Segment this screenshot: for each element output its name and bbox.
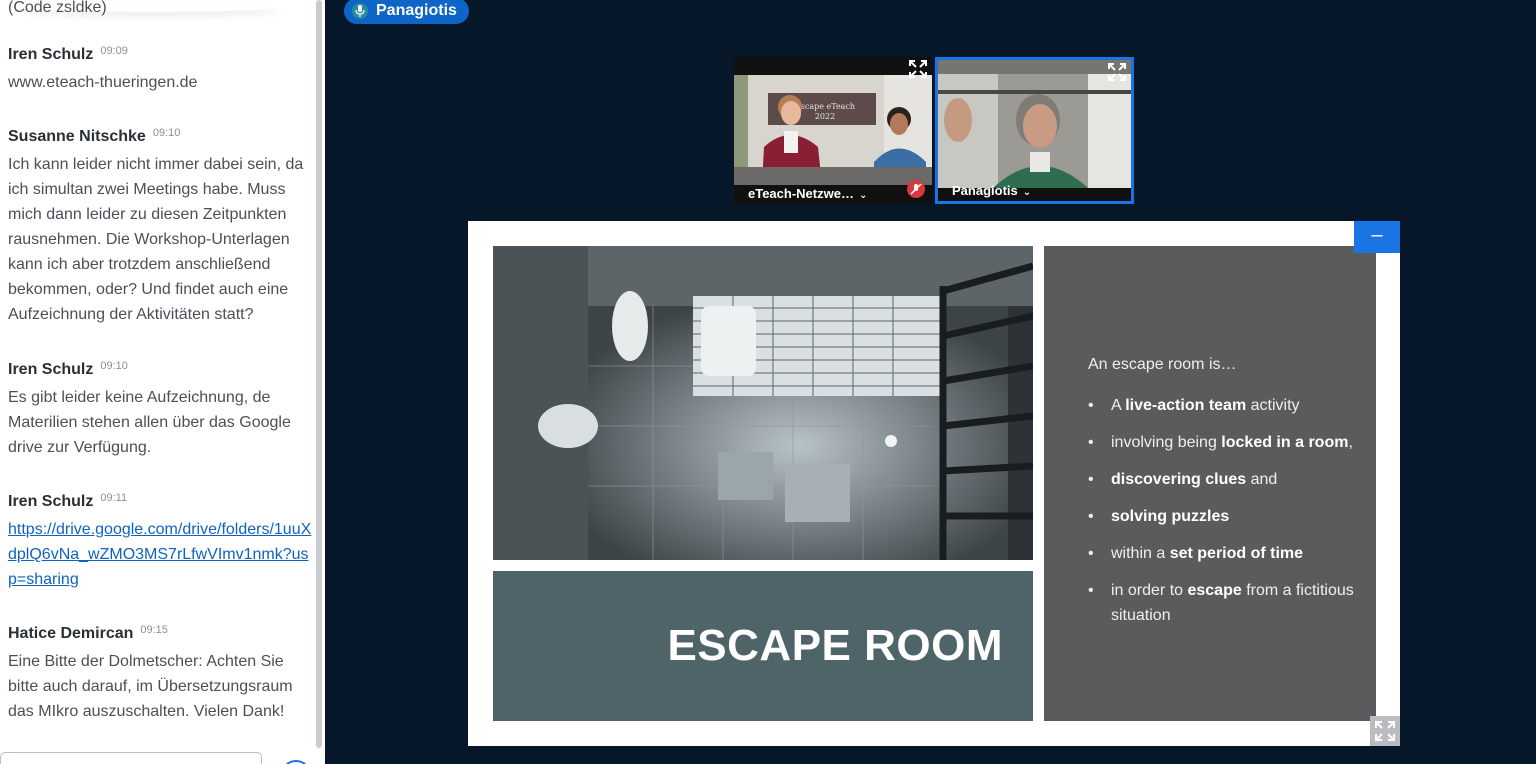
expand-video-icon[interactable] — [1107, 63, 1127, 83]
message-text: Eine Bitte der Dolmetscher: Achten Sie b… — [8, 653, 293, 720]
slide-bullet: involving being locked in a room, — [1088, 430, 1358, 455]
bullet-text: involving being — [1111, 434, 1222, 451]
bullet-text: activity — [1246, 397, 1300, 414]
chat-message: Iren Schulz 09:10 Es gibt leider keine Au… — [8, 360, 314, 460]
chevron-down-icon[interactable]: ⌄ — [859, 190, 867, 201]
participant-name: Panagiotis — [952, 183, 1018, 198]
video-feed-panagiotis — [938, 60, 1131, 201]
video-tile-panagiotis[interactable]: Panagiotis ⌄ — [935, 57, 1134, 204]
banner-line-1: Escape eTeach — [795, 102, 855, 111]
slide-intro: An escape room is… — [1088, 356, 1237, 373]
message-author: Iren Schulz — [8, 361, 94, 378]
bullet-bold-text: locked in a room — [1221, 434, 1349, 451]
message-time: 09:10 — [152, 127, 181, 139]
fullscreen-icon[interactable] — [1370, 716, 1400, 746]
bullet-text: within a — [1111, 545, 1170, 562]
message-author: Iren Schulz — [8, 46, 94, 63]
slide-bullet: within a set period of time — [1088, 541, 1358, 566]
bullet-text: A — [1111, 397, 1126, 414]
bullet-bold-text: escape — [1187, 582, 1242, 599]
message-author: Susanne Nitschke — [8, 128, 146, 145]
message-time: 09:09 — [100, 45, 128, 57]
chat-panel: (Code zsldke) Iren Schulz 09:09 www.eteac… — [0, 0, 325, 764]
message-author: Iren Schulz — [8, 493, 94, 510]
escape-room-image — [493, 246, 1033, 560]
expand-video-icon[interactable] — [908, 60, 928, 80]
minimize-presentation-button[interactable]: – — [1354, 221, 1400, 253]
slide-title-box: ESCAPE ROOM — [493, 571, 1033, 721]
bullet-bold-text: discovering clues — [1111, 471, 1247, 488]
chat-message: Iren Schulz 09:09 www.eteach-thueringen.d… — [8, 45, 314, 95]
chat-message: Hatice Demircan 09:15 Eine Bitte der Dolm… — [8, 624, 314, 724]
message-text: Es gibt leider keine Aufzeichnung, de Ma… — [8, 389, 291, 456]
presentation-stage: Panagiotis Escape eTeach 2022 eTeach-Net… — [325, 0, 1536, 764]
microphone-icon — [352, 3, 368, 19]
slide-title: ESCAPE ROOM — [667, 621, 1003, 670]
chat-scrollbar-thumb[interactable] — [316, 0, 322, 748]
slide-bullet: solving puzzles — [1088, 504, 1358, 529]
chat-previous-text: (Code zsldke) — [8, 0, 107, 16]
bullet-text: and — [1246, 471, 1278, 488]
message-time: 09:11 — [100, 492, 128, 504]
video-tile-eteach[interactable]: Escape eTeach 2022 eTeach-Netzwe… ⌄ — [734, 57, 932, 204]
chat-messages: (Code zsldke) Iren Schulz 09:09 www.eteac… — [0, 0, 314, 764]
chevron-down-icon[interactable]: ⌄ — [1023, 187, 1031, 198]
message-text: www.eteach-thueringen.de — [8, 74, 198, 91]
bullet-bold-text: live-action team — [1125, 397, 1247, 414]
bullet-bold-text: set period of time — [1169, 545, 1304, 562]
chat-message: Iren Schulz 09:11 https://drive.google.co… — [8, 492, 314, 592]
video-feed-eteach: Escape eTeach 2022 — [734, 57, 932, 204]
slide-photo — [493, 246, 1033, 560]
slide-text-box: An escape room is… A live-action team ac… — [1044, 246, 1376, 721]
message-time: 09:10 — [100, 360, 128, 372]
banner-line-2: 2022 — [815, 112, 835, 121]
message-link[interactable]: https://drive.google.com/drive/folders/1… — [8, 521, 311, 588]
bullet-text: , — [1348, 434, 1353, 451]
video-name-panagiotis: Panagiotis ⌄ — [938, 181, 1031, 201]
slide-bullet: in order to escape from a fictitious sit… — [1088, 578, 1358, 628]
slide-bullet-list: A live-action team activity involving bei… — [1088, 393, 1358, 640]
video-name-eteach: eTeach-Netzwe… ⌄ — [734, 184, 867, 204]
slide-bullet: A live-action team activity — [1088, 393, 1358, 418]
bullet-text: in order to — [1111, 582, 1188, 599]
chat-input[interactable] — [0, 752, 262, 764]
slide-bullet: discovering clues and — [1088, 467, 1358, 492]
presentation-slide: ESCAPE ROOM An escape room is… A live-ac… — [468, 221, 1400, 746]
message-time: 09:15 — [140, 624, 168, 636]
message-text: Ich kann leider nicht immer dabei sein, … — [8, 156, 304, 323]
talking-indicator: Panagiotis — [344, 0, 469, 24]
participant-name: eTeach-Netzwe… — [748, 186, 854, 201]
talking-name: Panagiotis — [376, 2, 457, 19]
chat-message: Susanne Nitschke 09:10 Ich kann leider ni… — [8, 127, 314, 327]
message-author: Hatice Demircan — [8, 625, 134, 642]
bullet-bold-text: solving puzzles — [1111, 508, 1230, 525]
muted-microphone-icon — [907, 180, 925, 198]
